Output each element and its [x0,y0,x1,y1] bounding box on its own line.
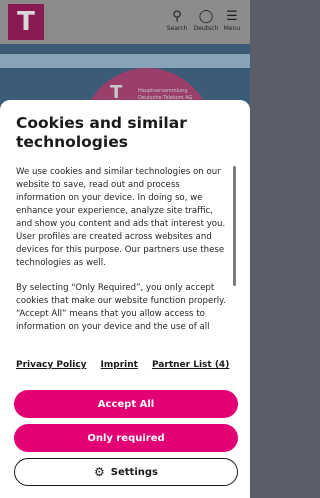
hero-stripe [0,54,250,68]
search-label: Search [166,25,188,32]
imprint-link[interactable]: Imprint [101,360,138,370]
accept-all-button[interactable]: Accept All [14,390,238,418]
cookie-dialog: Cookies and similar technologies We use … [0,100,250,498]
gear-icon: ⚙ [94,465,105,479]
settings-label: Settings [110,466,158,478]
privacy-policy-link[interactable]: Privacy Policy [16,360,87,370]
menu-button[interactable]: ☰ Menu [217,9,247,33]
dialog-title: Cookies and similar technologies [16,114,187,151]
search-button[interactable]: ⚲ Search [162,9,192,33]
dialog-paragraph-1: We use cookies and similar technologies … [16,167,226,268]
telekom-logo[interactable]: T [8,4,44,40]
settings-button[interactable]: ⚙ Settings [14,458,238,486]
partner-list-link[interactable]: Partner List (4) [152,360,229,370]
dialog-links: Privacy Policy Imprint Partner List (4) [16,360,229,370]
content-scrollbar[interactable] [233,166,236,286]
site-header: T ⚲ Search ◯ Deutsch ☰ Menu [0,0,250,44]
hamburger-icon: ☰ [226,9,238,24]
search-icon: ⚲ [172,9,182,24]
only-required-button[interactable]: Only required [14,424,238,452]
menu-label: Menu [223,25,241,32]
dialog-paragraph-2: By selecting “Only Required”, you only a… [16,283,226,332]
